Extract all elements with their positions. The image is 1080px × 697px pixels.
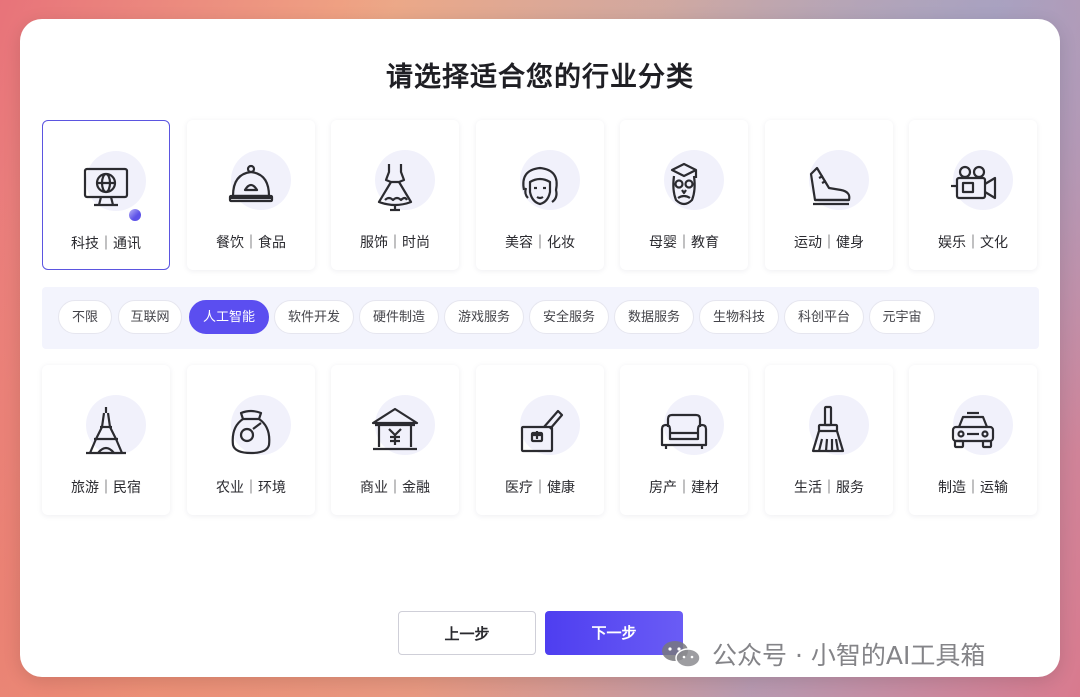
category-tile-agriculture[interactable]: 农业｜环境 (187, 365, 315, 515)
category-label: 生活｜服务 (794, 480, 864, 496)
woman-face-icon (514, 160, 566, 212)
eiffel-tower-icon (80, 405, 132, 457)
dress-icon (369, 160, 421, 212)
category-label: 房产｜建材 (649, 480, 719, 496)
category-label: 农业｜环境 (216, 480, 286, 496)
category-tile-realestate[interactable]: 房产｜建材 (620, 365, 748, 515)
chip-ai[interactable]: 人工智能 (189, 300, 269, 334)
chip-biotech[interactable]: 生物科技 (699, 300, 779, 334)
category-label: 餐饮｜食品 (216, 235, 286, 251)
category-tile-sports[interactable]: 运动｜健身 (765, 120, 893, 270)
chip-data[interactable]: 数据服务 (614, 300, 694, 334)
category-label: 娱乐｜文化 (938, 235, 1008, 251)
car-icon (947, 405, 999, 457)
category-tile-finance[interactable]: 商业｜金融 (331, 365, 459, 515)
chip-innovation[interactable]: 科创平台 (784, 300, 864, 334)
chip-software[interactable]: 软件开发 (274, 300, 354, 334)
watermark: 公众号 · 小智的AI工具箱 (660, 636, 985, 672)
category-tile-travel[interactable]: 旅游｜民宿 (42, 365, 170, 515)
industry-selection-dialog: 请选择适合您的行业分类 科技｜通讯 餐饮｜食品 服饰｜时尚 美容｜化妆 母婴｜教… (20, 19, 1060, 677)
category-tile-transport[interactable]: 制造｜运输 (909, 365, 1037, 515)
category-tile-food[interactable]: 餐饮｜食品 (187, 120, 315, 270)
chip-gaming[interactable]: 游戏服务 (444, 300, 524, 334)
prev-step-button[interactable]: 上一步 (398, 611, 536, 655)
category-tile-medical[interactable]: 医疗｜健康 (476, 365, 604, 515)
chip-security[interactable]: 安全服务 (529, 300, 609, 334)
chip-internet[interactable]: 互联网 (118, 300, 182, 334)
medical-mortar-icon (514, 405, 566, 457)
food-cloche-icon (225, 160, 277, 212)
category-label: 运动｜健身 (794, 235, 864, 251)
watermark-text: 公众号 · 小智的AI工具箱 (712, 641, 986, 670)
category-label: 制造｜运输 (938, 480, 1008, 496)
category-label: 母婴｜教育 (649, 235, 719, 251)
category-label: 科技｜通讯 (71, 236, 141, 252)
sneaker-icon (803, 160, 855, 212)
broom-icon (803, 405, 855, 457)
selected-indicator (129, 209, 141, 221)
category-label: 医疗｜健康 (505, 480, 575, 496)
sofa-icon (658, 405, 710, 457)
category-tile-fashion[interactable]: 服饰｜时尚 (331, 120, 459, 270)
video-camera-icon (947, 160, 999, 212)
subcategory-bar: 不限 互联网 人工智能 软件开发 硬件制造 游戏服务 安全服务 数据服务 生物科… (42, 287, 1039, 349)
category-tile-education[interactable]: 母婴｜教育 (620, 120, 748, 270)
category-tile-tech[interactable]: 科技｜通讯 (42, 120, 170, 270)
wechat-icon (660, 639, 702, 669)
bank-yuan-icon (369, 405, 421, 457)
chip-unlimited[interactable]: 不限 (58, 300, 112, 334)
category-label: 商业｜金融 (360, 480, 430, 496)
category-label: 服饰｜时尚 (360, 235, 430, 251)
category-tile-life[interactable]: 生活｜服务 (765, 365, 893, 515)
owl-graduate-icon (658, 160, 710, 212)
category-tile-beauty[interactable]: 美容｜化妆 (476, 120, 604, 270)
chip-metaverse[interactable]: 元宇宙 (869, 300, 935, 334)
category-tile-entertainment[interactable]: 娱乐｜文化 (909, 120, 1037, 270)
monitor-globe-icon (80, 161, 132, 213)
chip-hardware[interactable]: 硬件制造 (359, 300, 439, 334)
category-label: 旅游｜民宿 (71, 480, 141, 496)
category-label: 美容｜化妆 (505, 235, 575, 251)
dialog-title: 请选择适合您的行业分类 (386, 62, 694, 93)
grain-sack-icon (225, 405, 277, 457)
